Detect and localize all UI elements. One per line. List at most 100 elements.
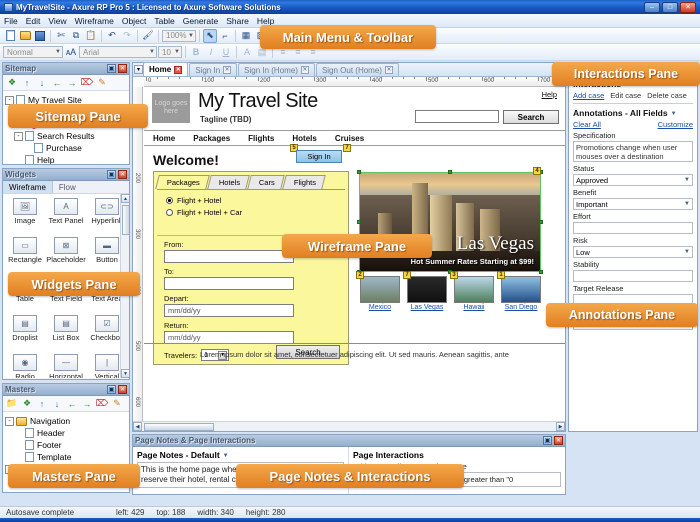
tree-expander-icon[interactable]: -	[14, 132, 23, 141]
float-pane-icon[interactable]: ▣	[107, 64, 116, 73]
widgets-tabs[interactable]: Wireframe Flow	[3, 181, 129, 194]
annotation-status-select[interactable]: Approved▼	[573, 174, 693, 186]
editor-tab-sign-in[interactable]: Sign In✕	[189, 63, 237, 76]
move-up-icon[interactable]: ↑	[21, 77, 33, 89]
paste-icon[interactable]: 📋	[84, 29, 98, 43]
tab-wireframe[interactable]: Wireframe	[3, 181, 53, 193]
redo-icon[interactable]: ↷	[120, 29, 134, 43]
float-pane-icon[interactable]: ▣	[543, 436, 552, 445]
style-dropdown[interactable]: Normal▼	[3, 46, 63, 58]
menu-item-edit[interactable]: Edit	[26, 16, 41, 26]
thumbnail-label[interactable]: Hawaii	[454, 304, 494, 311]
radio-option[interactable]: Flight + Hotel	[166, 196, 242, 205]
move-down-icon[interactable]: ↓	[51, 398, 63, 410]
destination-thumbnail-hawaii[interactable]: 3Hawaii	[454, 276, 494, 311]
canvas-hscrollbar[interactable]: ◀ ▶	[133, 421, 565, 431]
footnote-marker[interactable]: 7	[343, 144, 351, 152]
scroll-left-icon[interactable]: ◀	[133, 422, 142, 431]
close-tab-icon[interactable]: ✕	[174, 66, 182, 74]
tree-item[interactable]: -Search Results	[5, 130, 127, 142]
minimize-icon[interactable]: –	[644, 2, 660, 13]
thumbnail-image[interactable]	[501, 276, 541, 303]
widget-item-image[interactable]: 🖼Image	[5, 198, 45, 236]
chevron-down-icon[interactable]: ▼	[223, 453, 229, 459]
font-dropdown[interactable]: Arial▼	[79, 46, 157, 58]
close-tab-icon[interactable]: ✕	[301, 66, 309, 74]
annotation-benefit-select[interactable]: Important▼	[573, 198, 693, 210]
nav-link-flights[interactable]: Flights	[248, 134, 274, 143]
tree-item[interactable]: Purchase	[5, 142, 127, 154]
close-pane-icon[interactable]: ✕	[554, 436, 563, 445]
destination-thumbnail-mexico[interactable]: 2Mexico	[360, 276, 400, 311]
font-size-dropdown[interactable]: 10▼	[158, 46, 182, 58]
annotations-body[interactable]: Interactions Add case Edit case Delete c…	[569, 75, 697, 431]
close-tab-icon[interactable]: ✕	[385, 66, 393, 74]
destination-thumbnail-las-vegas[interactable]: 7Las Vegas	[407, 276, 447, 311]
page-tabstrip[interactable]: ▾ Home✕Sign In✕Sign In (Home)✕Sign Out (…	[133, 63, 565, 77]
header-search-button[interactable]: Search	[503, 110, 559, 124]
delete-case-link[interactable]: Delete case	[647, 91, 687, 100]
editor-tab-home[interactable]: Home✕	[143, 62, 188, 76]
chevron-down-icon[interactable]: ▼	[684, 201, 690, 207]
to-input[interactable]	[164, 277, 294, 290]
destination-thumbnail-san-diego[interactable]: 1San Diego	[501, 276, 541, 311]
close-pane-icon[interactable]: ✕	[118, 385, 127, 394]
footnote-marker[interactable]: 2	[356, 271, 364, 279]
widget-item-horizontal-line[interactable]: —Horizontal Line	[46, 354, 86, 378]
editor-tab-sign-in-home[interactable]: Sign In (Home)✕	[238, 63, 315, 76]
move-down-icon[interactable]: ↓	[36, 77, 48, 89]
bold-icon[interactable]: B	[189, 45, 203, 59]
connector-tool-icon[interactable]: ⌐	[218, 29, 232, 43]
menu-item-object[interactable]: Object	[122, 16, 147, 26]
thumbnail-image[interactable]	[407, 276, 447, 303]
close-tab-icon[interactable]: ✕	[223, 66, 231, 74]
scroll-thumb[interactable]	[122, 205, 129, 235]
thumbnail-image[interactable]	[454, 276, 494, 303]
cut-icon[interactable]: ✄	[54, 29, 68, 43]
tree-item[interactable]: Header	[5, 427, 127, 439]
new-folder-icon[interactable]: 📁	[6, 398, 18, 410]
thumbnail-label[interactable]: San Diego	[501, 304, 541, 311]
sign-in-button[interactable]: Sign In	[296, 150, 342, 163]
save-icon[interactable]	[33, 29, 47, 43]
nav-link-packages[interactable]: Packages	[193, 134, 230, 143]
new-document-icon[interactable]	[3, 29, 17, 43]
tree-item[interactable]: -Navigation	[5, 415, 127, 427]
chevron-down-icon[interactable]: ▼	[684, 249, 690, 255]
window-controls[interactable]: – □ ✕	[644, 2, 698, 13]
selection-tool-icon[interactable]: ⬉	[203, 29, 217, 43]
delete-master-icon[interactable]: ⌦	[96, 398, 108, 410]
menu-item-help[interactable]: Help	[257, 16, 274, 26]
search-tab-cars[interactable]: Cars	[247, 175, 284, 189]
chevron-down-icon[interactable]: ▼	[671, 111, 677, 117]
add-page-icon[interactable]: ❖	[6, 77, 18, 89]
float-pane-icon[interactable]: ▣	[107, 170, 116, 179]
edit-master-icon[interactable]: ✎	[111, 398, 123, 410]
annotation-stability-input[interactable]	[573, 270, 693, 282]
thumbnail-image[interactable]	[360, 276, 400, 303]
tab-scroll-icon[interactable]: ▾	[134, 65, 143, 74]
tree-expander-icon[interactable]: -	[5, 417, 14, 426]
widget-item-placeholder[interactable]: ⊠Placeholder	[46, 237, 86, 275]
site-navbar[interactable]: HomePackagesFlightsHotelsCruises	[144, 132, 565, 146]
clear-all-link[interactable]: Clear All	[573, 120, 601, 129]
tree-item[interactable]: Footer	[5, 439, 127, 451]
radio-option[interactable]: Flight + Hotel + Car	[166, 208, 242, 217]
underline-icon[interactable]: U	[219, 45, 233, 59]
tree-item[interactable]: Template	[5, 451, 127, 463]
nav-link-cruises[interactable]: Cruises	[335, 134, 364, 143]
font-color-icon[interactable]: A	[240, 45, 254, 59]
footnote-marker[interactable]: 7	[403, 271, 411, 279]
scroll-up-icon[interactable]: ▲	[121, 194, 129, 203]
menu-item-wireframe[interactable]: Wireframe	[75, 16, 114, 26]
edit-page-icon[interactable]: ✎	[96, 77, 108, 89]
interactions-links[interactable]: Add case Edit case Delete case	[573, 91, 693, 100]
zoom-dropdown[interactable]: 100%▼	[162, 30, 196, 42]
footnote-marker[interactable]: 3	[450, 271, 458, 279]
style-apply-icon[interactable]: 🗚	[64, 45, 78, 59]
thumbnail-label[interactable]: Las Vegas	[407, 304, 447, 311]
search-tab-hotels[interactable]: Hotels	[207, 175, 250, 189]
widget-item-rectangle[interactable]: ▭Rectangle	[5, 237, 45, 275]
annotation-risk-select[interactable]: Low▼	[573, 246, 693, 258]
add-master-icon[interactable]: ❖	[21, 398, 33, 410]
